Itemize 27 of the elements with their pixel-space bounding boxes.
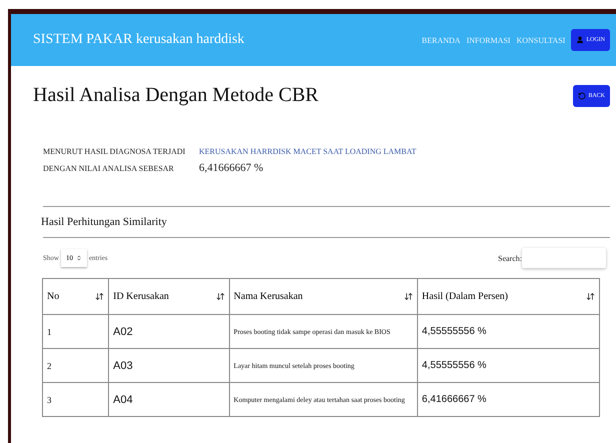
refresh-icon	[578, 92, 586, 100]
user-icon	[576, 36, 584, 44]
sort-icon	[404, 292, 413, 301]
table-cell: 2	[42, 348, 109, 382]
table-cell: 3	[42, 382, 109, 416]
table-cell: 4,55555556 %	[417, 348, 600, 382]
column-header[interactable]: ID Kerusakan	[108, 278, 230, 314]
table-cell: 4,55555556 %	[417, 314, 600, 348]
page-title: Hasil Analisa Dengan Metode CBR	[33, 84, 319, 107]
column-header[interactable]: Nama Kerusakan	[229, 278, 418, 314]
search-field[interactable]	[522, 248, 606, 268]
table-cell: 6,41666667 %	[417, 382, 600, 416]
table-cell: A02	[108, 314, 230, 348]
diagnosis-value: 6,41666667 %	[199, 162, 264, 174]
table-cell: 1	[42, 314, 109, 348]
sort-icon	[216, 292, 225, 301]
sort-icon	[586, 292, 595, 301]
search-label: Search:	[498, 254, 522, 262]
diagnosis-label: DENGAN NILAI ANALISA SEBESAR	[43, 164, 175, 172]
diagnosis-label: MENURUT HASIL DIAGNOSA TERJADI	[43, 147, 186, 156]
diagnosis-result: KERUSAKAN HARRDISK MACET SAAT LOADING LAMBAT	[199, 147, 418, 156]
column-header[interactable]: Hasil (Dalam Persen)	[417, 278, 600, 314]
section-title: Hasil Perhitungan Similarity	[40, 215, 168, 230]
table-cell: A04	[108, 382, 230, 416]
table-cell: A03	[108, 348, 230, 382]
sort-icon	[95, 292, 104, 301]
column-header[interactable]: No	[42, 278, 109, 314]
